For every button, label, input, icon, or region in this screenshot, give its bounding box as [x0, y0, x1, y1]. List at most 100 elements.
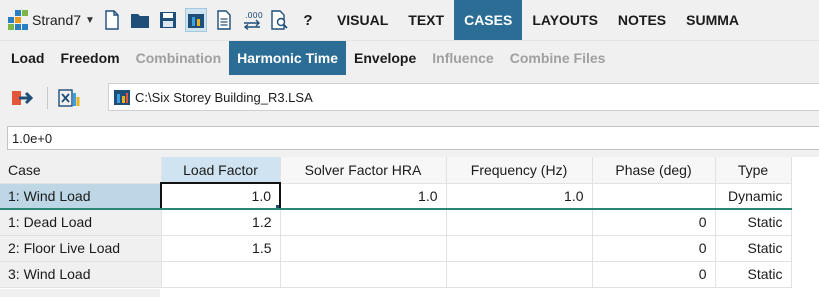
- load-factor-cell[interactable]: [161, 261, 281, 288]
- load-factor-cell[interactable]: 1.5: [161, 235, 281, 262]
- column-header-case[interactable]: Case: [0, 157, 162, 184]
- help-icon: ?: [303, 11, 313, 29]
- table-row[interactable]: 3: Wind Load 0 Static: [0, 261, 792, 288]
- phase-cell[interactable]: 0: [592, 261, 716, 288]
- frequency-cell[interactable]: 1.0: [446, 183, 593, 210]
- type-cell[interactable]: Static: [715, 261, 792, 288]
- app-label: Strand7: [32, 12, 82, 28]
- tab-freedom[interactable]: Freedom: [52, 41, 127, 75]
- load-case-arrow-button[interactable]: [11, 86, 33, 110]
- column-header-frequency[interactable]: Frequency (Hz): [446, 157, 593, 184]
- save-icon: [159, 12, 176, 28]
- tab-label: NOTES: [617, 12, 667, 28]
- number-format-button[interactable]: .000: [241, 8, 263, 32]
- tab-influence[interactable]: Influence: [424, 41, 501, 75]
- tab-combination[interactable]: Combination: [128, 41, 230, 75]
- table-row[interactable]: 1: Wind Load 1.0 1.0 1.0 Dynamic: [0, 182, 792, 210]
- save-button[interactable]: [157, 8, 179, 32]
- column-header-phase[interactable]: Phase (deg): [592, 157, 716, 184]
- tab-cases[interactable]: CASES: [454, 0, 523, 40]
- help-button[interactable]: ?: [297, 8, 319, 32]
- table-row[interactable]: 2: Floor Live Load 1.5 0 Static: [0, 235, 792, 262]
- solver-factor-cell[interactable]: [280, 209, 447, 236]
- case-type-tabs: Load Freedom Combination Harmonic Time E…: [0, 40, 819, 75]
- svg-text:.000: .000: [245, 11, 263, 20]
- solver-factor-cell[interactable]: [280, 261, 447, 288]
- cell-value-input[interactable]: [7, 126, 819, 150]
- model-exchange-icon: [58, 89, 80, 107]
- tab-visual[interactable]: VISUAL: [327, 0, 398, 40]
- top-tabs: VISUAL TEXT CASES LAYOUTS NOTES SUMMA: [327, 0, 749, 40]
- row-header-case[interactable]: 3: Wind Load: [0, 261, 162, 288]
- tab-harmonic-time[interactable]: Harmonic Time: [229, 41, 347, 75]
- file-path-row: C:\Six Storey Building_R3.LSA: [0, 75, 819, 121]
- strand7-logo-icon: [8, 10, 28, 30]
- file-path-field[interactable]: C:\Six Storey Building_R3.LSA: [108, 83, 819, 111]
- document-icon: [217, 10, 231, 30]
- find-button[interactable]: [269, 8, 291, 32]
- chevron-down-icon: ▼: [85, 14, 95, 26]
- column-header-load-factor[interactable]: Load Factor: [161, 157, 281, 184]
- row-header-case[interactable]: 2: Floor Live Load: [0, 235, 162, 262]
- solver-factor-cell[interactable]: 1.0: [280, 183, 447, 210]
- load-factor-cell[interactable]: 1.2: [161, 209, 281, 236]
- fill-handle[interactable]: [276, 205, 278, 207]
- model-file-icon: [114, 90, 130, 105]
- tab-label: CASES: [464, 12, 513, 28]
- type-cell[interactable]: Dynamic: [715, 183, 792, 210]
- row-header-case[interactable]: 1: Dead Load: [0, 209, 162, 236]
- toolbar-divider: [47, 87, 48, 109]
- tab-label: VISUAL: [336, 12, 389, 28]
- column-header-type[interactable]: Type: [715, 157, 792, 184]
- row-header-case[interactable]: 1: Wind Load: [0, 183, 162, 210]
- table-row[interactable]: 1: Dead Load 1.2 0 Static: [0, 209, 792, 236]
- load-case-table: Case Load Factor Solver Factor HRA Frequ…: [0, 157, 792, 288]
- tab-label: Freedom: [60, 50, 120, 66]
- tab-label: Combine Files: [509, 50, 606, 66]
- tab-label: Harmonic Time: [237, 50, 339, 66]
- frequency-cell[interactable]: [446, 209, 593, 236]
- app-menu-button[interactable]: Strand7 ▼: [8, 6, 95, 34]
- tab-envelope[interactable]: Envelope: [346, 41, 424, 75]
- phase-cell[interactable]: [592, 183, 716, 210]
- tab-label: Load: [11, 50, 45, 66]
- tab-label: Influence: [432, 50, 494, 66]
- type-cell[interactable]: Static: [715, 209, 792, 236]
- frequency-cell[interactable]: [446, 235, 593, 262]
- tab-label: SUMMA: [686, 12, 740, 28]
- phase-cell[interactable]: 0: [592, 209, 716, 236]
- document-button[interactable]: [213, 8, 235, 32]
- main-toolbar: Strand7 ▼ .000 ? VISUAL TEXT CASES LAYOU…: [0, 0, 819, 40]
- tab-combine-files[interactable]: Combine Files: [502, 41, 614, 75]
- tab-text[interactable]: TEXT: [398, 0, 454, 40]
- phase-cell[interactable]: 0: [592, 235, 716, 262]
- load-factor-cell[interactable]: 1.0: [160, 182, 281, 210]
- search-document-icon: [271, 10, 288, 30]
- model-icon: [187, 14, 204, 28]
- cell-value: 1.0: [251, 188, 271, 204]
- solver-factor-cell[interactable]: [280, 235, 447, 262]
- tab-layouts[interactable]: LAYOUTS: [522, 0, 608, 40]
- tab-notes[interactable]: NOTES: [608, 0, 676, 40]
- tab-load[interactable]: Load: [0, 41, 52, 75]
- open-folder-button[interactable]: [129, 8, 151, 32]
- load-case-grid: Case Load Factor Solver Factor HRA Frequ…: [0, 157, 819, 297]
- new-file-icon: [105, 10, 119, 30]
- arrow-right-icon: [12, 91, 33, 105]
- tab-label: Combination: [135, 50, 222, 66]
- file-path-text: C:\Six Storey Building_R3.LSA: [135, 89, 313, 105]
- column-header-solver-factor-hra[interactable]: Solver Factor HRA: [280, 157, 447, 184]
- row-header-gutter: [0, 289, 160, 297]
- tab-summary[interactable]: SUMMA: [676, 0, 749, 40]
- tab-label: TEXT: [408, 12, 445, 28]
- folder-icon: [130, 14, 149, 28]
- number-format-icon: .000: [243, 11, 263, 31]
- frequency-cell[interactable]: [446, 261, 593, 288]
- model-view-button[interactable]: [184, 8, 207, 32]
- type-cell[interactable]: Static: [715, 235, 792, 262]
- model-exchange-button[interactable]: [58, 86, 80, 110]
- new-file-button[interactable]: [101, 8, 123, 32]
- table-header-row: Case Load Factor Solver Factor HRA Frequ…: [0, 157, 792, 184]
- tab-label: LAYOUTS: [532, 12, 598, 28]
- value-entry-row: [0, 121, 819, 157]
